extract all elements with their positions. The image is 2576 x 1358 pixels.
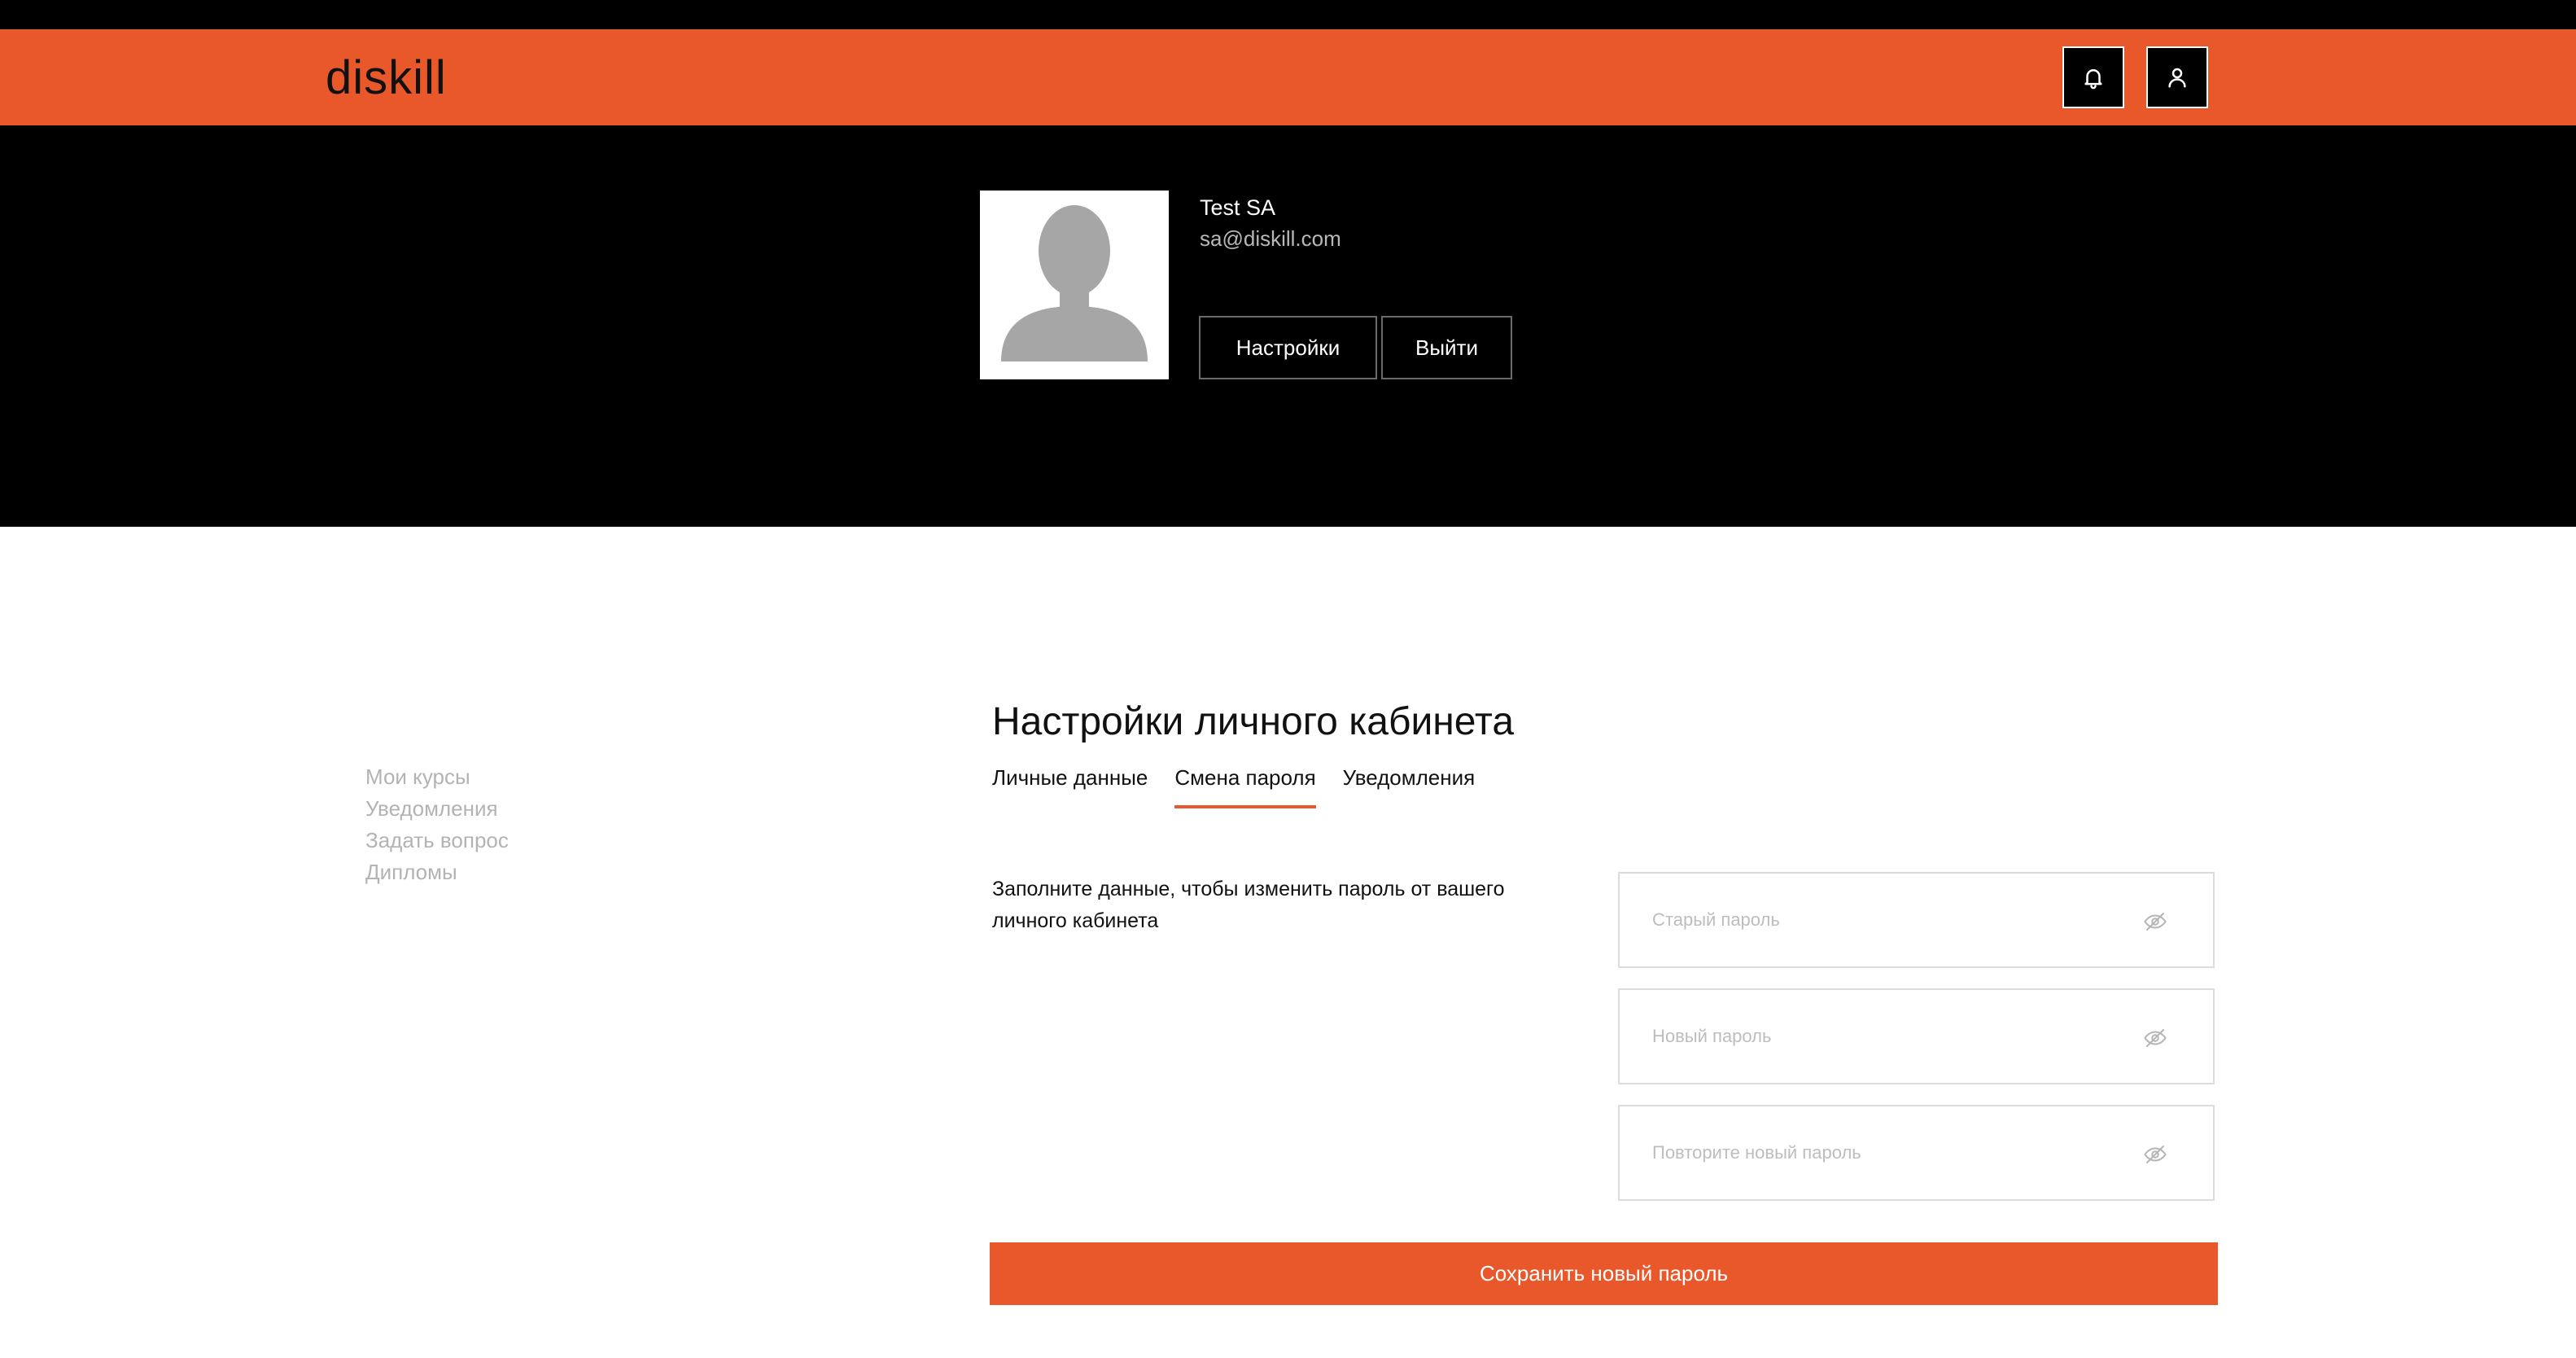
avatar-placeholder-icon [980, 191, 1169, 379]
top-strip [0, 0, 2576, 29]
new-password-input[interactable] [1620, 1011, 2158, 1062]
old-password-input[interactable] [1620, 895, 2158, 945]
hide-password-icon[interactable] [2143, 909, 2167, 934]
user-icon [2168, 68, 2186, 88]
sidebar-item-ask-question[interactable]: Задать вопрос [365, 825, 509, 856]
logo[interactable]: diskill [326, 52, 447, 104]
sidebar-item-my-courses[interactable]: Мои курсы [365, 761, 509, 793]
hide-password-icon[interactable] [2143, 1026, 2167, 1050]
repeat-password-field [1618, 1105, 2215, 1201]
old-password-field [1618, 872, 2215, 968]
settings-tabs: Личные данные Смена пароля Уведомления [992, 761, 1502, 810]
profile-header: Test SA sa@diskill.com Настройки Выйти [0, 125, 2576, 527]
profile-button[interactable] [2146, 46, 2208, 108]
user-name: Test SA [1200, 195, 1276, 220]
tab-notifications[interactable]: Уведомления [1343, 761, 1476, 810]
sidebar-item-diplomas[interactable]: Дипломы [365, 856, 509, 888]
notifications-button[interactable] [2062, 46, 2124, 108]
tab-personal-data[interactable]: Личные данные [992, 761, 1148, 810]
user-email: sa@diskill.com [1200, 226, 1341, 251]
settings-button[interactable]: Настройки [1199, 316, 1377, 379]
sidebar-item-notifications[interactable]: Уведомления [365, 793, 509, 825]
sidebar-nav: Мои курсы Уведомления Задать вопрос Дипл… [365, 761, 509, 888]
tab-change-password[interactable]: Смена пароля [1174, 761, 1316, 810]
new-password-field [1618, 988, 2215, 1084]
form-description: Заполните данные, чтобы изменить пароль … [992, 878, 1505, 932]
repeat-password-input[interactable] [1620, 1128, 2158, 1178]
header-bar: diskill [0, 29, 2576, 125]
hide-password-icon[interactable] [2143, 1142, 2167, 1167]
page-title: Настройки личного кабинета [992, 700, 1515, 743]
save-password-button[interactable]: Сохранить новый пароль [990, 1242, 2218, 1305]
bell-icon [2084, 69, 2102, 90]
logout-button[interactable]: Выйти [1381, 316, 1512, 379]
avatar [980, 191, 1169, 379]
